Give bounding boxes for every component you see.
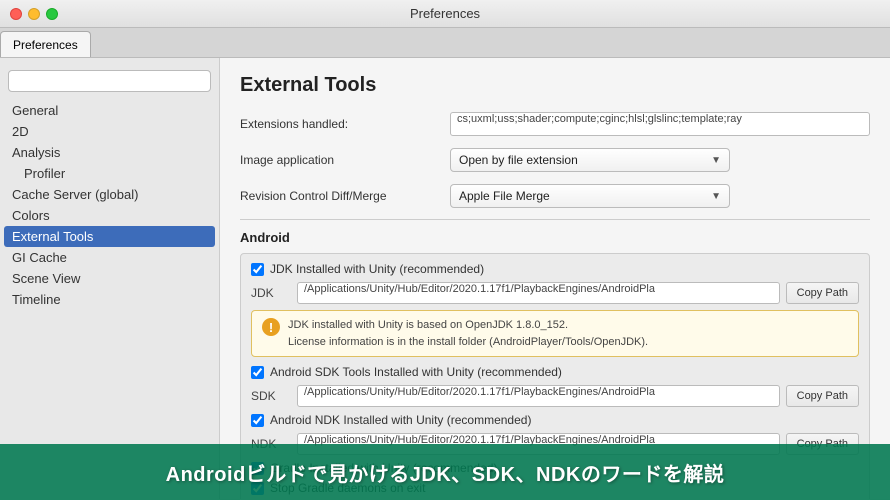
warning-text: JDK installed with Unity is based on Ope… [288,317,648,350]
sdk-checkbox-label: Android SDK Tools Installed with Unity (… [270,365,562,379]
image-application-value-container: Open by file extension ▼ [450,148,870,172]
sidebar-item-profiler[interactable]: Profiler [0,163,219,184]
sdk-path-row: SDK /Applications/Unity/Hub/Editor/2020.… [251,385,859,407]
jdk-label: JDK [251,286,297,300]
sidebar-item-timeline[interactable]: Timeline [0,289,219,310]
revision-control-dropdown[interactable]: Apple File Merge ▼ [450,184,730,208]
sidebar-item-scene-view[interactable]: Scene View [0,268,219,289]
jdk-checkbox-label: JDK Installed with Unity (recommended) [270,262,484,276]
sdk-path-field[interactable]: /Applications/Unity/Hub/Editor/2020.1.17… [297,385,780,407]
page-title: External Tools [240,74,870,97]
sidebar-item-general[interactable]: General [0,100,219,121]
ndk-checkbox-row: Android NDK Installed with Unity (recomm… [251,413,859,427]
sidebar-item-2d[interactable]: 2D [0,121,219,142]
sidebar-item-analysis[interactable]: Analysis [0,142,219,163]
extensions-field[interactable]: cs;uxml;uss;shader;compute;cginc;hlsl;gl… [450,112,870,136]
warning-text-line2: License information is in the install fo… [288,336,648,348]
main-layout: General 2D Analysis Profiler Cache Serve… [0,58,890,499]
revision-control-label: Revision Control Diff/Merge [240,189,450,203]
image-application-dropdown-value: Open by file extension [459,153,578,167]
sidebar-item-colors[interactable]: Colors [0,205,219,226]
chevron-down-icon-2: ▼ [711,191,721,202]
divider [240,219,870,220]
jdk-path-field[interactable]: /Applications/Unity/Hub/Editor/2020.1.17… [297,282,780,304]
image-application-dropdown[interactable]: Open by file extension ▼ [450,148,730,172]
jdk-warning-box: ! JDK installed with Unity is based on O… [251,310,859,357]
close-button[interactable] [10,8,22,20]
jdk-path-row: JDK /Applications/Unity/Hub/Editor/2020.… [251,282,859,304]
jdk-checkbox[interactable] [251,263,264,276]
sdk-label: SDK [251,389,297,403]
revision-control-row: Revision Control Diff/Merge Apple File M… [240,183,870,209]
sidebar-item-cache-server[interactable]: Cache Server (global) [0,184,219,205]
jdk-copy-path-button[interactable]: Copy Path [786,282,859,304]
content-area: External Tools Extensions handled: cs;ux… [220,58,890,499]
image-application-row: Image application Open by file extension… [240,147,870,173]
sdk-checkbox-row: Android SDK Tools Installed with Unity (… [251,365,859,379]
sdk-copy-path-button[interactable]: Copy Path [786,385,859,407]
extensions-label: Extensions handled: [240,117,450,131]
sidebar: General 2D Analysis Profiler Cache Serve… [0,58,220,499]
tab-bar: Preferences [0,28,890,58]
sidebar-search-input[interactable] [8,70,211,92]
warning-icon: ! [262,318,280,336]
revision-control-dropdown-value: Apple File Merge [459,189,550,203]
sidebar-item-gi-cache[interactable]: GI Cache [0,247,219,268]
bottom-banner: Androidビルドで見かけるJDK、SDK、NDKのワードを解説 [0,444,890,500]
jdk-checkbox-row: JDK Installed with Unity (recommended) [251,262,859,276]
title-bar: Preferences [0,0,890,28]
window-title: Preferences [410,6,480,21]
sdk-checkbox[interactable] [251,366,264,379]
revision-control-value-container: Apple File Merge ▼ [450,184,870,208]
chevron-down-icon: ▼ [711,155,721,166]
warning-text-line1: JDK installed with Unity is based on Ope… [288,319,568,331]
android-section-title: Android [240,230,870,245]
bottom-banner-text: Androidビルドで見かけるJDK、SDK、NDKのワードを解説 [166,458,725,487]
image-application-label: Image application [240,153,450,167]
tab-preferences[interactable]: Preferences [0,31,91,57]
ndk-checkbox[interactable] [251,414,264,427]
sidebar-item-external-tools[interactable]: External Tools [4,226,215,247]
extensions-value-container: cs;uxml;uss;shader;compute;cginc;hlsl;gl… [450,112,870,136]
window-controls [10,8,58,20]
tab-preferences-label: Preferences [13,38,78,52]
sidebar-search-container [0,66,219,100]
minimize-button[interactable] [28,8,40,20]
extensions-row: Extensions handled: cs;uxml;uss;shader;c… [240,111,870,137]
ndk-checkbox-label: Android NDK Installed with Unity (recomm… [270,413,531,427]
maximize-button[interactable] [46,8,58,20]
